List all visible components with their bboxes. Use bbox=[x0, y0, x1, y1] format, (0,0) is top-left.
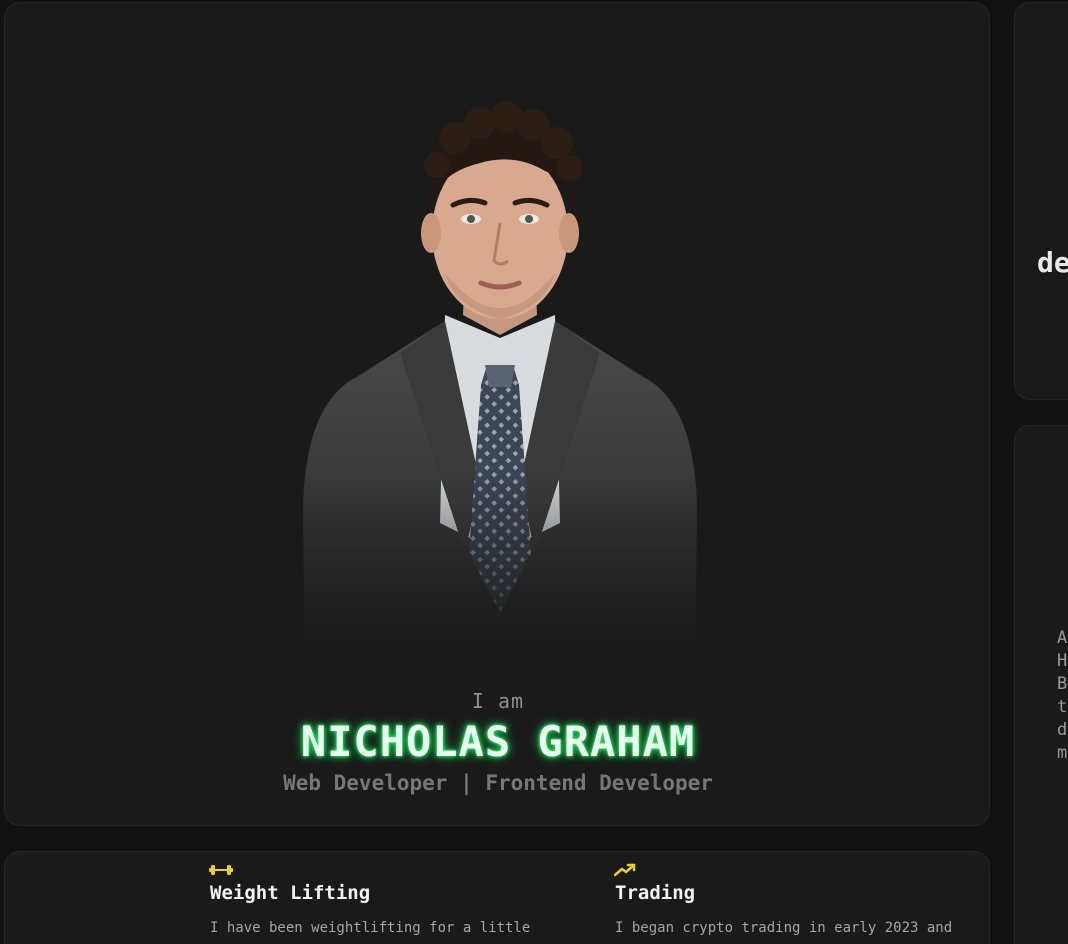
hobby-title: Trading bbox=[615, 882, 696, 904]
hero-role: Web Developer | Frontend Developer bbox=[283, 771, 713, 795]
dumbbell-icon bbox=[209, 865, 233, 875]
right-card-bottom: A H B t d m bbox=[1014, 425, 1068, 944]
profile-photo bbox=[275, 83, 725, 703]
portfolio-page: I am NICHOLAS GRAHAM Web Developer | Fro… bbox=[0, 0, 1068, 944]
hobby-title: Weight Lifting bbox=[210, 882, 371, 904]
right-card-line: d bbox=[1057, 720, 1068, 740]
right-card-line: m bbox=[1057, 743, 1068, 763]
right-card-heading: de bbox=[1037, 246, 1068, 279]
right-card-line: t bbox=[1057, 697, 1068, 717]
right-card-line: A bbox=[1057, 628, 1068, 648]
hobby-trading: Trading I began crypto trading in early … bbox=[614, 862, 974, 938]
trending-up-icon bbox=[614, 863, 636, 877]
hobby-weight-lifting: Weight Lifting I have been weightlifting… bbox=[209, 862, 569, 938]
hero-intro: I am bbox=[471, 689, 525, 713]
hobby-description: I have been weightlifting for a little bbox=[210, 920, 531, 936]
right-card-line: B bbox=[1057, 674, 1068, 694]
right-card-text: A H B t d m bbox=[1057, 627, 1067, 765]
hobby-description: I began crypto trading in early 2023 and bbox=[615, 920, 953, 936]
right-card-top: de bbox=[1014, 2, 1068, 400]
hobbies-card: Weight Lifting I have been weightlifting… bbox=[4, 851, 990, 944]
right-card-line: H bbox=[1057, 651, 1068, 671]
hero-name: NICHOLAS GRAHAM bbox=[300, 717, 696, 766]
hero-card: I am NICHOLAS GRAHAM Web Developer | Fro… bbox=[4, 2, 990, 826]
